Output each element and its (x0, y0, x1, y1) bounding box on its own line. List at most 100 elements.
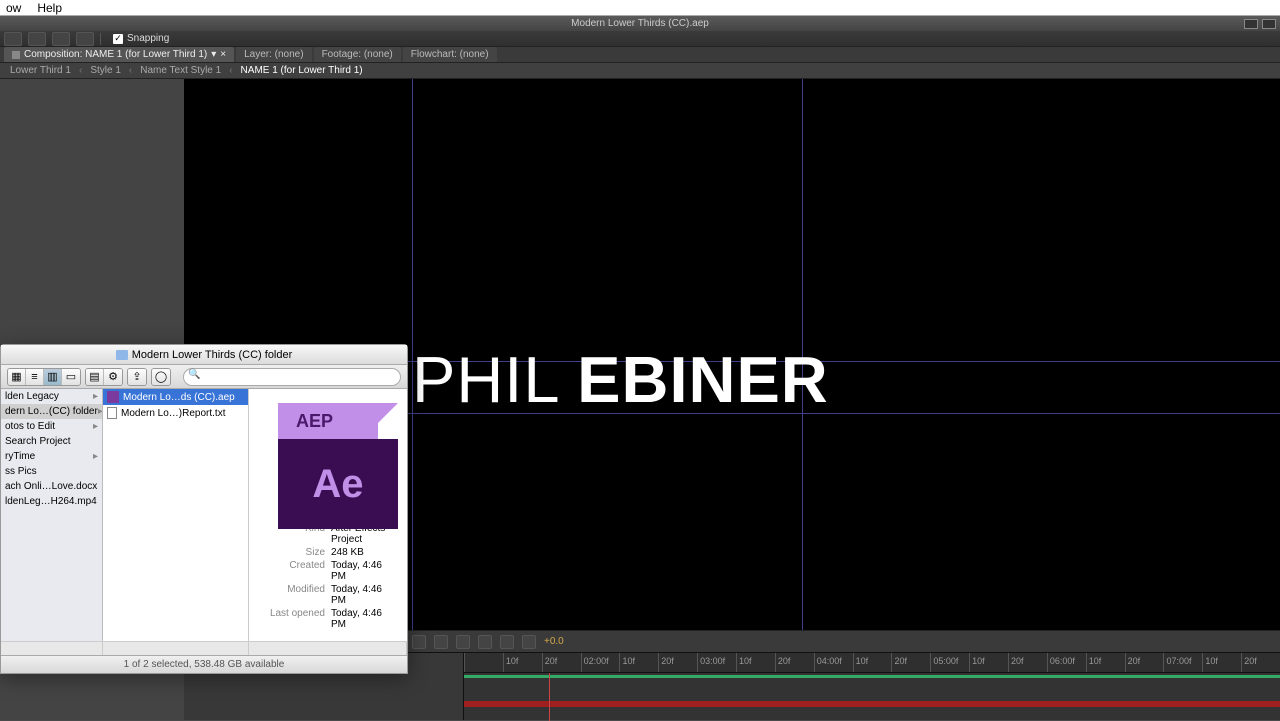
sidebar-item[interactable]: otos to Edit▸ (1, 419, 102, 434)
toggle-mask-icon[interactable] (434, 635, 448, 649)
exposure-icon[interactable] (522, 635, 536, 649)
finder-scrollbar[interactable] (1, 641, 407, 655)
close-icon[interactable]: × (220, 49, 226, 60)
window-title: Modern Lower Thirds (CC).aep (571, 18, 709, 29)
sidebar-item[interactable]: ss Pics (1, 464, 102, 479)
ruler-tick: 10f (1086, 653, 1125, 672)
crumb[interactable]: Name Text Style 1 (140, 65, 221, 76)
chevron-right-icon: ▸ (98, 406, 102, 417)
chevron-right-icon: ▸ (93, 391, 98, 402)
panel-tab-strip: Composition: NAME 1 (for Lower Third 1) … (0, 47, 1280, 63)
selection-tool-icon[interactable] (4, 32, 22, 46)
window-titlebar: Modern Lower Thirds (CC).aep (0, 16, 1280, 31)
finder-titlebar[interactable]: Modern Lower Thirds (CC) folder (1, 345, 407, 365)
sidebar-item[interactable]: ach Onli…Love.docx (1, 479, 102, 494)
timeline-tracks[interactable] (464, 673, 1280, 721)
file-preview-icon: AEP Ae (268, 403, 388, 477)
text-file-icon (107, 407, 117, 419)
ruler-tick: 07:00f (1163, 653, 1202, 672)
composition-icon (12, 51, 20, 59)
view-coverflow-icon[interactable]: ▭ (62, 369, 80, 385)
ruler-tick: 20f (891, 653, 930, 672)
chevron-right-icon: ▸ (93, 421, 98, 432)
ruler-tick: 10f (736, 653, 775, 672)
transparency-icon[interactable] (478, 635, 492, 649)
ruler-tick (464, 653, 503, 672)
tab-layer[interactable]: Layer: (none) (236, 47, 311, 62)
view-column-icon[interactable]: ▥ (44, 369, 62, 385)
file-item[interactable]: Modern Lo…ds (CC).aep (103, 389, 248, 405)
ruler-tick: 04:00f (814, 653, 853, 672)
ruler-tick: 20f (1008, 653, 1047, 672)
sidebar-item[interactable]: ryTime▸ (1, 449, 102, 464)
folder-icon (116, 350, 128, 360)
time-ruler[interactable]: 10f20f02:00f10f20f03:00f10f20f04:00f10f2… (464, 653, 1280, 673)
finder-file-column: Modern Lo…ds (CC).aepModern Lo…)Report.t… (103, 389, 249, 641)
work-area-bar[interactable] (464, 675, 1280, 678)
metadata-row: ModifiedToday, 4:46 PM (259, 583, 397, 607)
sidebar-item[interactable]: Search Project (1, 434, 102, 449)
ruler-tick: 20f (1125, 653, 1164, 672)
composition-breadcrumb: Lower Third 1‹ Style 1‹ Name Text Style … (0, 63, 1280, 79)
finder-preview-pane: AEP Ae NameModern Lower Thirds (CC).aepK… (249, 389, 407, 641)
metadata-row: CreatedToday, 4:46 PM (259, 559, 397, 583)
finder-sidebar-column: lden Legacy▸dern Lo…(CC) folder▸otos to … (1, 389, 103, 641)
ruler-tick: 10f (1202, 653, 1241, 672)
ruler-tick: 20f (542, 653, 581, 672)
3d-icon[interactable] (500, 635, 514, 649)
tab-composition[interactable]: Composition: NAME 1 (for Lower Third 1) … (4, 47, 234, 62)
chevron-right-icon: ▸ (93, 451, 98, 462)
ruler-tick: 20f (658, 653, 697, 672)
crumb[interactable]: Lower Third 1 (10, 65, 71, 76)
menu-window[interactable]: ow (6, 1, 21, 15)
hand-tool-icon[interactable] (28, 32, 46, 46)
grid-icon[interactable] (412, 635, 426, 649)
tags-icon[interactable]: ◯ (152, 369, 170, 385)
share-icon[interactable]: ⇪ (128, 369, 146, 385)
dropdown-icon[interactable]: ▾ (211, 49, 216, 60)
ruler-tick: 03:00f (697, 653, 736, 672)
macos-menubar: ow Help (0, 0, 1280, 16)
sidebar-item[interactable]: lden Legacy▸ (1, 389, 102, 404)
search-icon[interactable] (1262, 19, 1276, 29)
finder-toolbar: ▦ ≡ ▥ ▭ ▤ ⚙ ⇪ ◯ (1, 365, 407, 389)
workspace-icon[interactable] (1244, 19, 1258, 29)
ruler-tick: 10f (619, 653, 658, 672)
menu-help[interactable]: Help (37, 1, 62, 15)
ruler-tick: 10f (503, 653, 542, 672)
app-toolbar: ✓ Snapping (0, 31, 1280, 47)
ruler-tick: 02:00f (581, 653, 620, 672)
finder-window: Modern Lower Thirds (CC) folder ▦ ≡ ▥ ▭ … (0, 344, 408, 674)
finder-search[interactable] (183, 368, 401, 386)
crumb[interactable]: Style 1 (90, 65, 121, 76)
ruler-tick: 05:00f (930, 653, 969, 672)
sidebar-item[interactable]: ldenLeg…H264.mp4 (1, 494, 102, 509)
metadata-row: Size248 KB (259, 546, 397, 559)
sidebar-item[interactable]: dern Lo…(CC) folder▸ (1, 404, 102, 419)
rotation-tool-icon[interactable] (76, 32, 94, 46)
ruler-tick: 20f (775, 653, 814, 672)
search-input[interactable] (183, 368, 401, 386)
checkbox-icon: ✓ (113, 34, 123, 44)
view-list-icon[interactable]: ≡ (26, 369, 44, 385)
file-item[interactable]: Modern Lo…)Report.txt (103, 405, 248, 421)
snapping-toggle[interactable]: ✓ Snapping (113, 33, 169, 44)
layer-bar[interactable] (464, 701, 1280, 707)
gear-icon[interactable]: ⚙ (104, 369, 122, 385)
exposure-value[interactable]: +0.0 (544, 636, 564, 647)
tab-flowchart[interactable]: Flowchart: (none) (403, 47, 497, 62)
region-icon[interactable] (456, 635, 470, 649)
crumb-current: NAME 1 (for Lower Third 1) (241, 65, 363, 76)
finder-status-bar: 1 of 2 selected, 538.48 GB available (1, 655, 407, 673)
arrange-icon[interactable]: ▤ (86, 369, 104, 385)
ruler-tick: 10f (853, 653, 892, 672)
ruler-tick: 06:00f (1047, 653, 1086, 672)
ruler-tick: 10f (969, 653, 1008, 672)
tab-footage[interactable]: Footage: (none) (314, 47, 401, 62)
view-icon-icon[interactable]: ▦ (8, 369, 26, 385)
title-text-layer[interactable]: PHIL EBINER (412, 342, 829, 417)
anchor-tool-icon[interactable] (52, 32, 70, 46)
ruler-tick: 20f (1241, 653, 1280, 672)
metadata-row: Last openedToday, 4:46 PM (259, 607, 397, 631)
playhead[interactable] (549, 673, 550, 721)
